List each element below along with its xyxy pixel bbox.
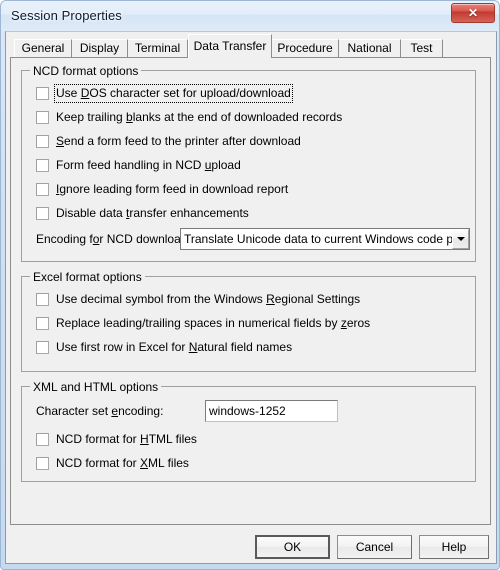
checkbox-box[interactable] — [36, 135, 49, 148]
session-properties-window: Session Properties ✕ General Display Termi… — [0, 0, 500, 570]
checkbox-box[interactable] — [36, 87, 49, 100]
chevron-down-icon[interactable] — [452, 229, 469, 249]
combo-selected-value: Translate Unicode data to current Window… — [184, 232, 452, 246]
checkbox-label: Form feed handling in NCD upload — [56, 158, 241, 172]
tab-terminal[interactable]: Terminal — [128, 39, 188, 58]
combo-encoding-for-ncd-download[interactable]: Translate Unicode data to current Window… — [180, 228, 470, 250]
checkbox-box[interactable] — [36, 317, 49, 330]
checkbox-label: NCD format for HTML files — [56, 432, 197, 446]
checkbox-label: Use first row in Excel for Natural field… — [56, 340, 293, 354]
checkbox-box[interactable] — [36, 293, 49, 306]
checkbox-box[interactable] — [36, 207, 49, 220]
checkbox-label: Disable data transfer enhancements — [56, 206, 249, 220]
tab-display[interactable]: Display — [72, 39, 128, 58]
group-title-xml-html: XML and HTML options — [30, 380, 162, 394]
checkbox-ncd-format-html[interactable]: NCD format for HTML files — [36, 431, 197, 448]
label-encoding-for-ncd-download: Encoding for NCD download: — [36, 232, 191, 246]
checkbox-use-dos-charset[interactable]: Use DOS character set for upload/downloa… — [36, 84, 293, 103]
checkbox-label: Ignore leading form feed in download rep… — [56, 182, 289, 196]
close-icon: ✕ — [467, 6, 479, 20]
tab-test[interactable]: Test — [401, 39, 443, 58]
checkbox-keep-trailing-blanks[interactable]: Keep trailing blanks at the end of downl… — [36, 109, 342, 126]
tab-page-data-transfer: NCD format options Use DOS character set… — [10, 57, 491, 525]
tab-data-transfer[interactable]: Data Transfer — [188, 34, 272, 58]
checkbox-box[interactable] — [36, 111, 49, 124]
dialog-client-area: General Display Terminal Data Transfer Proce… — [5, 31, 497, 564]
checkbox-box[interactable] — [36, 457, 49, 470]
group-excel-format-options: Excel format options Use decimal symbol … — [21, 270, 476, 372]
window-title: Session Properties — [11, 8, 122, 23]
checkbox-form-feed-handling-upload[interactable]: Form feed handling in NCD upload — [36, 157, 241, 174]
tab-strip: General Display Terminal Data Transfer Proce… — [6, 32, 496, 58]
group-ncd-format-options: NCD format options Use DOS character set… — [21, 64, 476, 262]
checkbox-box[interactable] — [36, 183, 49, 196]
tab-national[interactable]: National — [339, 39, 401, 58]
checkbox-ncd-format-xml[interactable]: NCD format for XML files — [36, 455, 189, 472]
checkbox-label: Use DOS character set for upload/downloa… — [54, 84, 293, 103]
checkbox-send-form-feed-printer[interactable]: Send a form feed to the printer after do… — [36, 133, 301, 150]
close-button[interactable]: ✕ — [451, 3, 495, 23]
checkbox-label: Replace leading/trailing spaces in numer… — [56, 316, 371, 330]
checkbox-label: Keep trailing blanks at the end of downl… — [56, 110, 343, 124]
cancel-button[interactable]: Cancel — [337, 535, 412, 559]
checkbox-disable-data-transfer-enhancements[interactable]: Disable data transfer enhancements — [36, 205, 249, 222]
label-character-set-encoding: Character set encoding: — [36, 404, 164, 418]
title-bar[interactable]: Session Properties ✕ — [1, 1, 499, 31]
checkbox-box[interactable] — [36, 159, 49, 172]
checkbox-use-decimal-symbol-regional[interactable]: Use decimal symbol from the Windows Regi… — [36, 291, 360, 308]
checkbox-label: Send a form feed to the printer after do… — [56, 134, 301, 148]
checkbox-box[interactable] — [36, 341, 49, 354]
group-title-ncd: NCD format options — [30, 64, 142, 78]
checkbox-use-first-row-field-names[interactable]: Use first row in Excel for Natural field… — [36, 339, 292, 356]
group-title-excel: Excel format options — [30, 270, 145, 284]
checkbox-replace-spaces-by-zeros[interactable]: Replace leading/trailing spaces in numer… — [36, 315, 370, 332]
tab-procedure[interactable]: Procedure — [272, 39, 339, 58]
checkbox-label: Use decimal symbol from the Windows Regi… — [56, 292, 361, 306]
tab-general[interactable]: General — [14, 39, 72, 58]
checkbox-box[interactable] — [36, 433, 49, 446]
group-xml-html-options: XML and HTML options Character set encod… — [21, 380, 476, 482]
ok-button[interactable]: OK — [255, 535, 330, 559]
charset-encoding-input[interactable]: windows-1252 — [205, 400, 338, 422]
checkbox-ignore-leading-form-feed[interactable]: Ignore leading form feed in download rep… — [36, 181, 288, 198]
checkbox-label: NCD format for XML files — [56, 456, 189, 470]
help-button[interactable]: Help — [419, 535, 489, 559]
